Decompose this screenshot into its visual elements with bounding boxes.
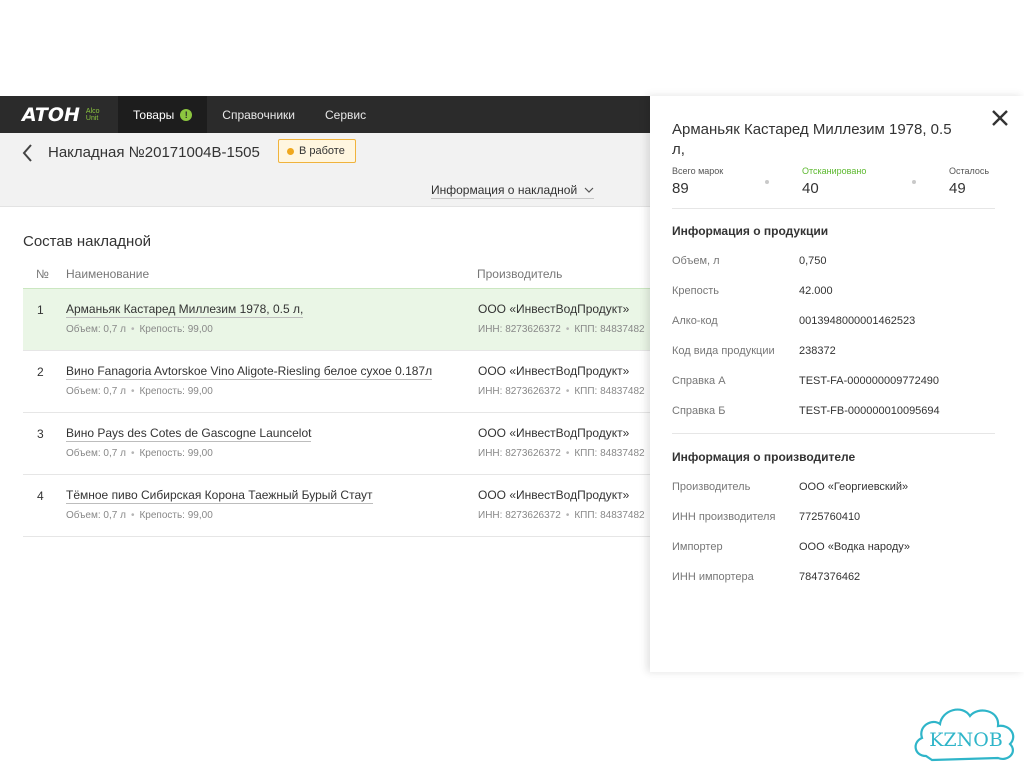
field-label: ИНН импортера [672, 571, 754, 583]
close-icon[interactable] [990, 108, 1010, 128]
nav-tab-goods[interactable]: Товары ! [118, 96, 208, 133]
row-maker-ids: ИНН: 8273626372 • КПП: 84837482 [478, 386, 645, 397]
aton-logo[interactable]: ATOH Alco Unit [0, 96, 118, 133]
row-number: 3 [37, 427, 44, 441]
nav-tab-label: Справочники [222, 107, 295, 122]
field-label: Справка Б [672, 405, 726, 417]
row-number: 1 [37, 303, 44, 317]
product-name-link[interactable]: Вино Pays des Cotes de Gascogne Launcelo… [66, 426, 312, 442]
nav-tab-label: Товары [133, 107, 175, 122]
nav-tab-service[interactable]: Сервис [310, 96, 381, 133]
row-maker-ids: ИНН: 8273626372 • КПП: 84837482 [478, 324, 645, 335]
column-header-number: № [36, 267, 49, 281]
nav-tab-references[interactable]: Справочники [207, 96, 310, 133]
chevron-down-icon [584, 187, 594, 193]
invoice-info-dropdown[interactable]: Информация о накладной [431, 183, 595, 199]
row-meta: Объем: 0,7 л • Крепость: 99,00 [66, 448, 213, 459]
top-navigation-bar: ATOH Alco Unit Товары ! Справочники Серв… [0, 96, 650, 133]
row-number: 4 [37, 489, 44, 503]
field-label: Алко-код [672, 315, 718, 327]
field-value: 7725760410 [799, 511, 861, 523]
invoice-app: ATOH Alco Unit Товары ! Справочники Серв… [0, 96, 650, 566]
field-value: TEST-FA-000000009772490 [799, 375, 940, 387]
row-maker: ООО «ИнвестВодПродукт» [478, 364, 630, 378]
invoice-info-label: Информация о накладной [431, 183, 578, 197]
field-label: Справка А [672, 375, 726, 387]
row-meta: Объем: 0,7 л • Крепость: 99,00 [66, 386, 213, 397]
field-value: 7847376462 [799, 571, 861, 583]
field-value: 42.000 [799, 285, 833, 297]
stat-separator-dot [765, 180, 769, 184]
field-label: ИНН производителя [672, 511, 776, 523]
field-value: 238372 [799, 345, 836, 357]
stat-separator-dot [912, 180, 916, 184]
status-label: В работе [299, 145, 345, 157]
field-label: Производитель [672, 481, 751, 493]
back-arrow-icon[interactable] [18, 142, 40, 164]
table-row[interactable]: 3 Вино Pays des Cotes de Gascogne Launce… [23, 413, 650, 475]
field-label: Крепость [672, 285, 719, 297]
row-meta: Объем: 0,7 л • Крепость: 99,00 [66, 510, 213, 521]
logo-subtitle: Alco Unit [85, 107, 100, 122]
product-name-link[interactable]: Арманьяк Кастаред Миллезим 1978, 0.5 л, [66, 302, 304, 318]
logo-wordmark: ATOH [22, 103, 80, 126]
table-row[interactable]: 2 Вино Fanagoria Avtorskoe Vino Aligote-… [23, 351, 650, 413]
field-label: Код вида продукции [672, 345, 775, 357]
row-maker-ids: ИНН: 8273626372 • КПП: 84837482 [478, 510, 645, 521]
field-value: TEST-FB-000000010095694 [799, 405, 940, 417]
header-divider [0, 206, 650, 207]
maker-info-heading: Информация о производителе [672, 450, 856, 464]
stat-total-marks: Всего марок 89 [672, 166, 724, 197]
row-maker: ООО «ИнвестВодПродукт» [478, 426, 630, 440]
status-badge: В работе [278, 139, 356, 163]
invoice-contents-title: Состав накладной [23, 233, 152, 250]
panel-divider [672, 208, 995, 209]
product-name-link[interactable]: Вино Fanagoria Avtorskoe Vino Aligote-Ri… [66, 364, 433, 380]
invoice-items-table: 1 Арманьяк Кастаред Миллезим 1978, 0.5 л… [23, 288, 650, 537]
table-row[interactable]: 1 Арманьяк Кастаред Миллезим 1978, 0.5 л… [23, 288, 650, 351]
watermark-text: KZNOB [929, 729, 1003, 751]
column-header-name: Наименование [66, 267, 150, 281]
row-maker-ids: ИНН: 8273626372 • КПП: 84837482 [478, 448, 645, 459]
column-header-maker: Производитель [477, 267, 563, 281]
nav-tab-label: Сервис [324, 107, 367, 122]
invoice-title: Накладная №20171004B-1505 [48, 144, 260, 161]
row-meta: Объем: 0,7 л • Крепость: 99,00 [66, 324, 213, 335]
field-value: 0013948000001462523 [799, 315, 916, 327]
product-title: Арманьяк Кастаред Миллезим 1978, 0.5 л, [672, 121, 952, 158]
stat-scanned: Отсканировано 40 [802, 166, 867, 197]
row-maker: ООО «ИнвестВодПродукт» [478, 488, 630, 502]
kznob-watermark-logo: KZNOB [914, 708, 1015, 762]
product-info-heading: Информация о продукции [672, 224, 829, 238]
field-label: Объем, л [672, 255, 720, 267]
field-value: ООО «Водка народу» [799, 541, 911, 553]
table-row[interactable]: 4 Тёмное пиво Сибирская Корона Таежный Б… [23, 475, 650, 537]
field-value: ООО «Георгиевский» [799, 481, 909, 493]
panel-divider [672, 433, 995, 434]
row-number: 2 [37, 365, 44, 379]
alert-badge-icon: ! [180, 108, 193, 121]
product-name-link[interactable]: Тёмное пиво Сибирская Корона Таежный Бур… [66, 488, 373, 504]
status-dot-icon [287, 147, 294, 155]
invoice-header: Накладная №20171004B-1505 В работе Инфор… [0, 133, 650, 207]
field-value: 0,750 [799, 255, 827, 267]
stat-remaining: Осталось 49 [949, 166, 990, 197]
product-detail-panel: Арманьяк Кастаред Миллезим 1978, 0.5 л, … [650, 96, 1024, 672]
row-maker: ООО «ИнвестВодПродукт» [478, 302, 630, 316]
field-label: Импортер [672, 541, 723, 553]
